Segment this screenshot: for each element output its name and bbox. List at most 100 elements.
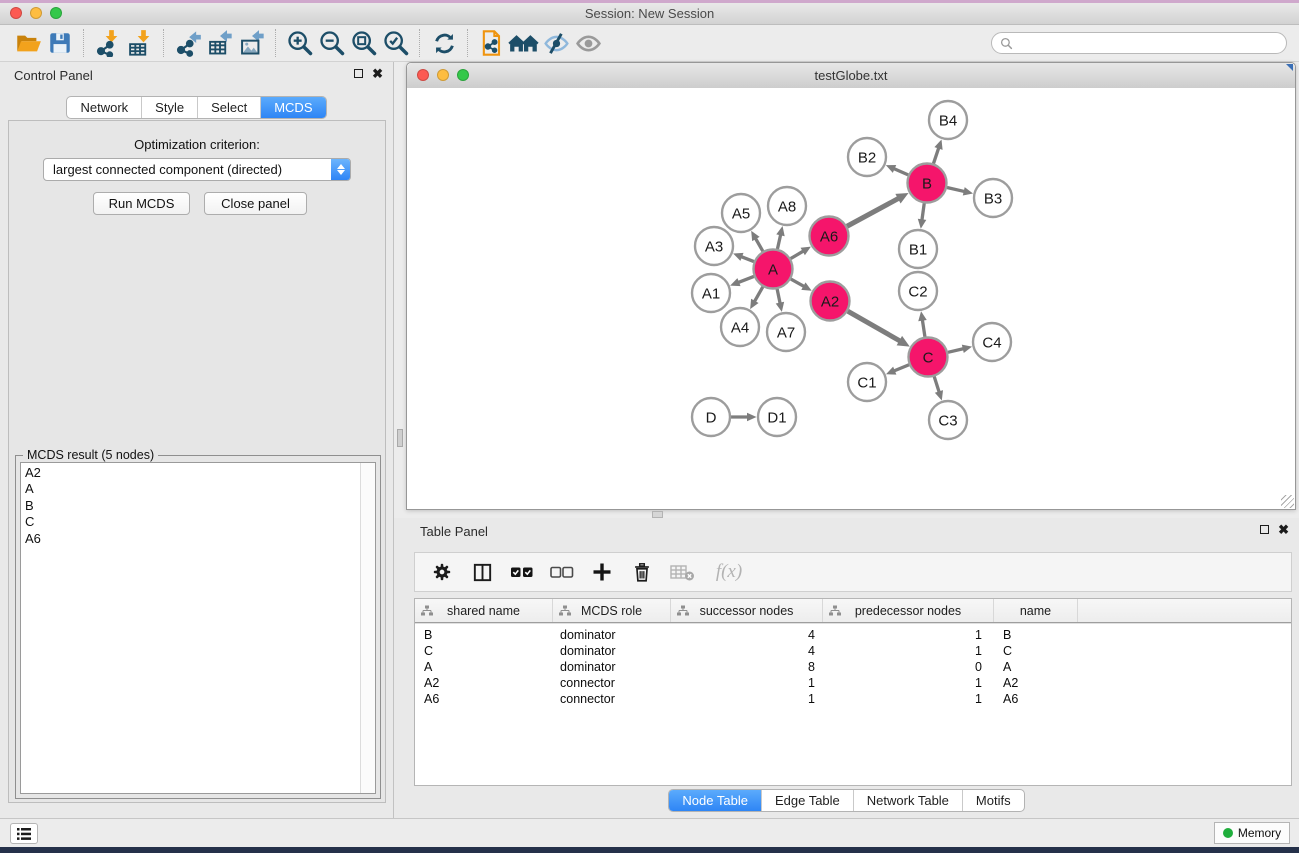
graph-edge-C-C3[interactable]: [934, 377, 939, 393]
tab-style[interactable]: Style: [142, 97, 198, 118]
zoom-out-button[interactable]: [316, 27, 348, 59]
graph-edge-B-B2[interactable]: [894, 169, 909, 175]
table-row[interactable]: A2connector11A2: [415, 675, 1291, 691]
table-cell: 1: [823, 676, 994, 690]
unchecked-boxes-icon: [549, 561, 575, 583]
toolbar-separator: [83, 29, 85, 57]
tab-mcds[interactable]: MCDS: [261, 97, 325, 118]
table-cell: A2: [415, 676, 553, 690]
control-panel-title: Control Panel: [14, 68, 93, 83]
tab-node-table[interactable]: Node Table: [669, 790, 762, 811]
network-graph[interactable]: B4B2BB3A8A5A6A3B1AC2A1A2A4A7C4CC1DD1C3: [407, 88, 1291, 506]
network-canvas[interactable]: B4B2BB3A8A5A6A3B1AC2A1A2A4A7C4CC1DD1C3: [407, 88, 1295, 509]
tab-network-table[interactable]: Network Table: [854, 790, 963, 811]
graph-edge-B-B1[interactable]: [922, 203, 924, 220]
mcds-result-item[interactable]: A: [25, 481, 360, 497]
search-field[interactable]: [991, 32, 1287, 54]
eye-slash-icon: [542, 29, 571, 58]
graph-edge-A6-B[interactable]: [847, 198, 899, 226]
zoom-in-button[interactable]: [284, 27, 316, 59]
graph-edge-C-C2[interactable]: [922, 320, 925, 337]
graph-edge-A-A2[interactable]: [791, 279, 804, 287]
table-settings-button[interactable]: [427, 557, 457, 587]
float-panel-icon[interactable]: [354, 69, 363, 78]
graph-edge-C-C1[interactable]: [894, 365, 909, 371]
graph-edge-A-A8[interactable]: [777, 234, 780, 249]
save-session-button[interactable]: [44, 27, 76, 59]
table-row[interactable]: Bdominator41B: [415, 627, 1291, 643]
optimization-criterion-dropdown[interactable]: largest connected component (directed): [43, 158, 351, 181]
show-column-panel-button[interactable]: [467, 557, 497, 587]
column-header-successor-nodes[interactable]: successor nodes: [671, 599, 823, 622]
zoom-fit-button[interactable]: [348, 27, 380, 59]
graph-node-label-B1: B1: [909, 241, 927, 258]
tab-edge-table[interactable]: Edge Table: [762, 790, 854, 811]
graph-node-label-D: D: [706, 409, 717, 426]
search-input[interactable]: [1018, 35, 1278, 51]
graph-edge-A-A1[interactable]: [738, 276, 754, 282]
column-header-mcds-role[interactable]: MCDS role: [553, 599, 671, 622]
graph-edge-B-B4[interactable]: [933, 148, 938, 164]
tab-select[interactable]: Select: [198, 97, 261, 118]
network-from-file-button[interactable]: [476, 27, 508, 59]
home-button[interactable]: [508, 27, 540, 59]
column-header-name[interactable]: name: [994, 599, 1078, 622]
tab-network[interactable]: Network: [67, 97, 142, 118]
hide-graphics-details-button[interactable]: [540, 27, 572, 59]
table-row[interactable]: A6connector11A6: [415, 691, 1291, 707]
close-table-panel-icon[interactable]: ✖: [1278, 524, 1289, 535]
select-all-columns-button[interactable]: [507, 557, 537, 587]
graph-edge-A-A4[interactable]: [754, 287, 763, 302]
export-table-button[interactable]: [204, 27, 236, 59]
table-row[interactable]: Adominator80A: [415, 659, 1291, 675]
task-history-button[interactable]: [10, 823, 38, 844]
delete-table-button[interactable]: [667, 557, 697, 587]
mcds-result-item[interactable]: B: [25, 498, 360, 514]
export-network-button[interactable]: [172, 27, 204, 59]
function-builder-button[interactable]: f(x): [707, 557, 751, 587]
splitter-handle-bottom[interactable]: [652, 511, 663, 518]
graph-edge-arrowhead: [935, 390, 943, 400]
unselect-all-columns-button[interactable]: [547, 557, 577, 587]
table-row[interactable]: Cdominator41C: [415, 643, 1291, 659]
open-session-button[interactable]: [12, 27, 44, 59]
tab-motifs[interactable]: Motifs: [963, 790, 1024, 811]
splitter-handle-left[interactable]: [397, 429, 403, 447]
delete-column-button[interactable]: [627, 557, 657, 587]
table-cell: connector: [553, 692, 671, 706]
graph-edge-arrowhead: [962, 345, 972, 353]
graph-edge-A-A7[interactable]: [777, 289, 780, 304]
mcds-result-item[interactable]: C: [25, 514, 360, 530]
graph-edge-B-B3[interactable]: [947, 188, 965, 192]
column-header-predecessor-nodes[interactable]: predecessor nodes: [823, 599, 994, 622]
mcds-result-item[interactable]: A6: [25, 531, 360, 547]
memory-status-icon: [1223, 828, 1233, 838]
export-network-icon: [174, 29, 202, 57]
close-panel-icon[interactable]: ✖: [372, 68, 383, 79]
network-window-titlebar[interactable]: testGlobe.txt: [407, 63, 1295, 89]
close-panel-button[interactable]: Close panel: [204, 192, 307, 215]
window-resize-grip[interactable]: [1281, 495, 1294, 508]
graph-edge-A-A3[interactable]: [741, 257, 754, 262]
refresh-button[interactable]: [428, 27, 460, 59]
graph-edge-A-A5[interactable]: [755, 238, 762, 251]
table-cell: A6: [415, 692, 553, 706]
graph-edge-A-A6[interactable]: [791, 251, 804, 259]
column-header-shared-name[interactable]: shared name: [415, 599, 553, 622]
result-list-scrollbar[interactable]: [360, 463, 375, 793]
float-table-panel-icon[interactable]: [1260, 525, 1269, 534]
mcds-result-list[interactable]: A2ABCA6: [20, 462, 376, 794]
show-graphics-details-button[interactable]: [572, 27, 604, 59]
export-table-icon: [206, 29, 234, 57]
zoom-selected-button[interactable]: [380, 27, 412, 59]
memory-button[interactable]: Memory: [1214, 822, 1290, 844]
mcds-result-item[interactable]: A2: [25, 465, 360, 481]
graph-edge-C-C4[interactable]: [948, 349, 964, 353]
create-column-button[interactable]: [587, 557, 617, 587]
graph-edge-A2-C[interactable]: [848, 311, 900, 341]
run-mcds-button[interactable]: Run MCDS: [93, 192, 190, 215]
import-table-button[interactable]: [124, 27, 156, 59]
graph-edge-arrowhead: [733, 253, 743, 261]
import-network-button[interactable]: [92, 27, 124, 59]
export-image-button[interactable]: [236, 27, 268, 59]
